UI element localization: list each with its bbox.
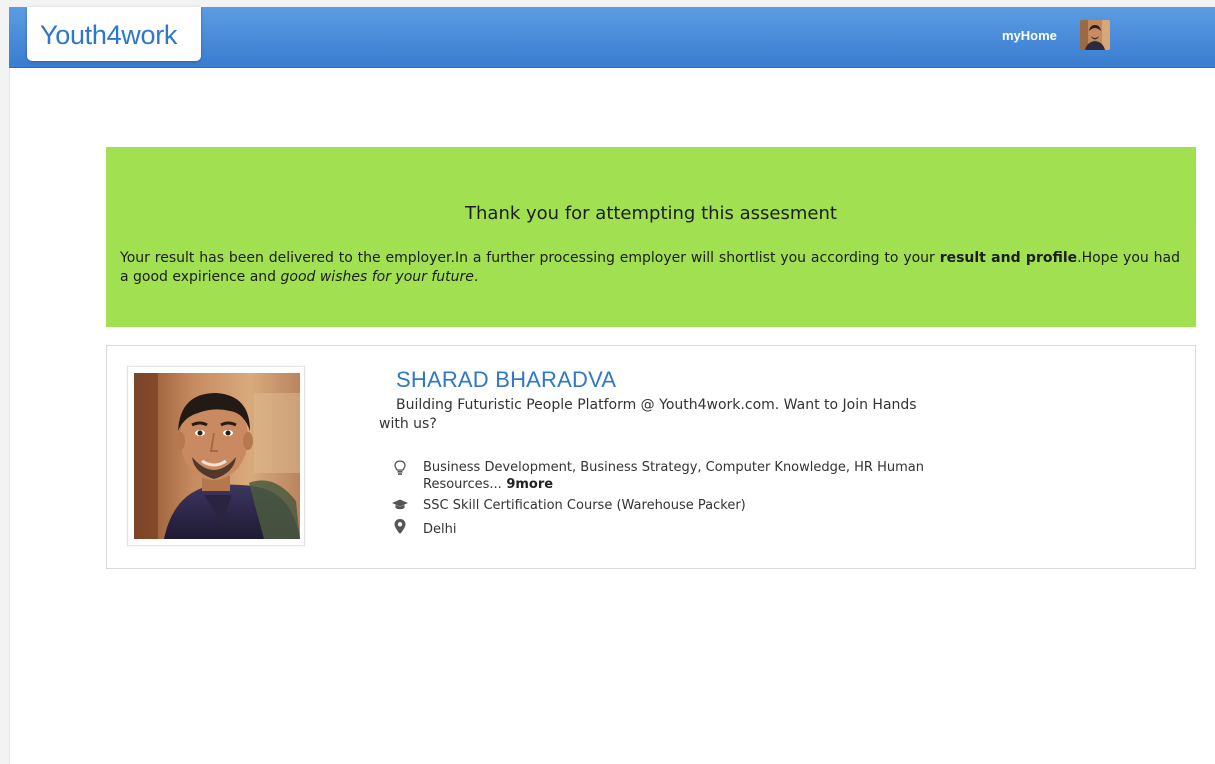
lightbulb-icon: [391, 459, 409, 477]
assessment-complete-banner: Thank you for attempting this assesment …: [106, 147, 1196, 327]
graduation-cap-icon: [391, 497, 409, 515]
banner-message: Your result has been delivered to the em…: [120, 249, 1180, 287]
profile-photo-frame: [127, 366, 305, 546]
myhome-link[interactable]: myHome: [1002, 28, 1057, 43]
skills-text: Business Development, Business Strategy,…: [423, 460, 924, 492]
banner-message-bold: result and profile: [939, 250, 1078, 266]
top-navbar: Youth4work myHome: [9, 7, 1215, 68]
skills-more-link[interactable]: 9more: [502, 477, 553, 492]
banner-message-part1: Your result has been delivered to the em…: [120, 250, 940, 266]
top-strip: [9, 0, 1215, 7]
skills-text-wrap: Business Development, Business Strategy,…: [423, 459, 953, 493]
banner-title: Thank you for attempting this assesment: [465, 203, 837, 224]
profile-tagline: Building Futuristic People Platform @ Yo…: [379, 397, 917, 432]
map-pin-icon: [391, 518, 409, 536]
banner-message-end: .: [473, 269, 479, 285]
location-text: Delhi: [423, 522, 457, 537]
education-text: SSC Skill Certification Course (Warehous…: [423, 498, 746, 513]
banner-message-italic: good wishes for your future: [280, 269, 474, 285]
profile-card: SHARAD BHARADVA Building Futuristic Peop…: [106, 345, 1196, 569]
avatar-small-image: [1080, 20, 1110, 50]
profile-name-link[interactable]: SHARAD BHARADVA: [396, 367, 616, 393]
logo-text: Youth4work: [40, 20, 178, 50]
user-avatar-icon[interactable]: [1080, 20, 1110, 50]
left-rail: [0, 0, 10, 764]
page: Youth4work myHome Thank you for attempti…: [0, 0, 1215, 764]
profile-photo-image: [134, 373, 300, 539]
logo-link[interactable]: Youth4work: [27, 7, 201, 61]
profile-photo[interactable]: [134, 373, 300, 539]
